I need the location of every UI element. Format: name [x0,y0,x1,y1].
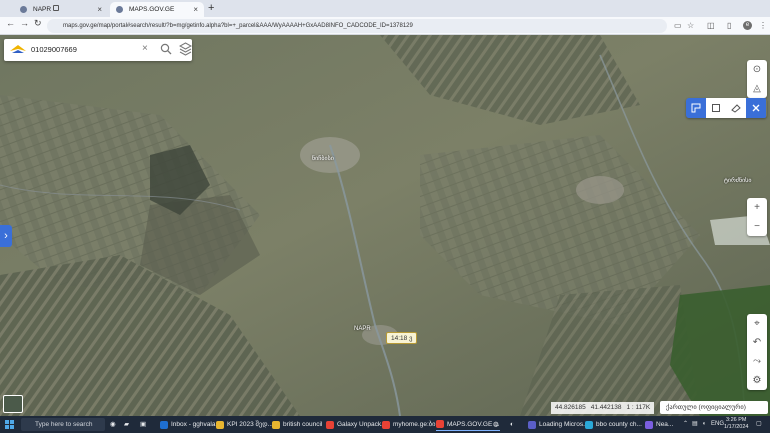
teams-icon[interactable]: ▣ [140,418,146,431]
place-label: ტირძნისი [724,178,752,184]
edge-icon[interactable]: ◉ [110,418,116,431]
tab-title: MAPS.GOV.GE [129,6,175,13]
route-time-badge[interactable]: 14:18 ვ [386,332,418,344]
longitude: 41.442138 [590,404,622,411]
tab-napr[interactable]: NAPR × [14,2,108,17]
taskbar-item[interactable]: Inbox - gghvala... [160,418,221,431]
search-input[interactable]: 01029007669 [31,45,77,54]
taskbar-item[interactable]: MAPS.GOV.GE ... [436,418,500,431]
menu-icon[interactable]: ⋮ [759,21,767,30]
taskbar-item[interactable]: KPI 2023 შედ... [216,418,273,431]
volume-icon[interactable]: ◖ [702,418,706,431]
new-tab-button[interactable]: + [208,2,214,14]
back-icon[interactable]: ← [6,18,15,28]
taskbar-item[interactable]: Galaxy Unpack... [326,418,387,431]
town-label: NAPR [354,326,371,332]
satellite-map[interactable] [0,35,770,416]
navigation-panel: ⌖ ↶ ⤳ ⚙ [747,314,767,390]
tab-maps[interactable]: MAPS.GOV.GE × [110,2,204,17]
language-select[interactable]: ქართული (ოფიციალური) [660,401,768,414]
skype-icon[interactable]: ◍ [493,418,499,431]
latitude: 44.826185 [555,404,586,411]
napr-logo-icon [10,45,26,53]
address-bar[interactable]: maps.gov.ge/map/portal#search/result/?b=… [47,19,667,33]
windows-taskbar: Type here to search ◉ ▰ ▣ Inbox - gghval… [0,416,770,433]
place-label: ნიჩბისი [312,156,334,162]
locate-icon[interactable]: ⌖ [747,314,767,333]
zoom-controls: + − [747,198,767,236]
draw-toolbar [686,98,767,118]
maps-favicon-icon [116,6,123,13]
scale: 1 : 117K [626,404,651,411]
map-tools-panel: ⊙ ◬ [747,60,767,98]
zoom-in-button[interactable]: + [747,198,767,217]
expand-sidebar-button[interactable]: › [0,225,12,247]
site-info-icon[interactable] [53,5,59,11]
browser-toolbar: ← → ↻ maps.gov.ge/map/portal#search/resu… [0,17,770,35]
extensions-icon[interactable]: ◫ [707,21,715,30]
browser-tab-strip: NAPR × MAPS.GOV.GE × + [0,0,770,17]
taskbar-item[interactable]: Loading Micros... [528,418,589,431]
network-icon[interactable]: ▤ [692,418,698,431]
draw-polygon-icon[interactable] [686,98,706,118]
file-explorer-icon[interactable]: ▰ [124,418,129,431]
date: 1/17/2024 [724,424,749,430]
clear-icon[interactable]: × [142,43,148,54]
notifications-icon[interactable]: ▢ [756,418,762,431]
time: 3:26 PM [725,417,747,423]
taskbar-item[interactable]: myhome.ge:ბი... [382,418,441,431]
map-search-box: 01029007669 × [4,39,192,61]
cast-icon[interactable]: ▭ [674,21,682,30]
close-draw-icon[interactable] [746,98,766,118]
eraser-icon[interactable] [726,98,746,118]
avatar[interactable]: e [743,21,752,30]
tab-title: NAPR [33,6,52,13]
taskbar-search[interactable]: Type here to search [21,418,105,431]
language-indicator[interactable]: ENG [711,418,724,431]
search-icon[interactable] [160,43,172,55]
rotate-icon[interactable]: ↶ [747,333,767,352]
measure-icon[interactable]: ◬ [747,79,767,98]
windows-start-icon[interactable] [5,420,14,429]
sidebar-icon[interactable]: ▯ [727,21,731,30]
tray-chevron-icon[interactable]: ⌃ [683,418,688,431]
basemap-switcher[interactable] [3,395,23,413]
download-icon[interactable]: ⊙ [747,60,767,79]
taskbar-item[interactable]: british council [272,418,322,431]
close-icon[interactable]: × [193,5,198,14]
coordinate-readout: 44.826185 41.442138 1 : 117K [551,402,655,414]
bookmark-star-icon[interactable]: ☆ [687,21,694,30]
forward-icon[interactable]: → [20,18,29,28]
taskbar-item[interactable]: bbo county ch... [585,418,642,431]
layers-icon[interactable] [179,42,192,56]
reload-icon[interactable]: ↻ [34,18,42,29]
zoom-out-button[interactable]: − [747,217,767,236]
clock[interactable]: 3:26 PM 1/17/2024 [724,417,748,431]
taskbar-item[interactable]: Nea... [645,418,673,431]
settings-icon[interactable]: ⚙ [747,371,767,390]
app-icon[interactable]: ◐ [510,418,514,431]
napr-favicon-icon [20,6,27,13]
draw-rectangle-icon[interactable] [706,98,726,118]
share-icon[interactable]: ⤳ [747,352,767,371]
close-icon[interactable]: × [97,5,102,14]
